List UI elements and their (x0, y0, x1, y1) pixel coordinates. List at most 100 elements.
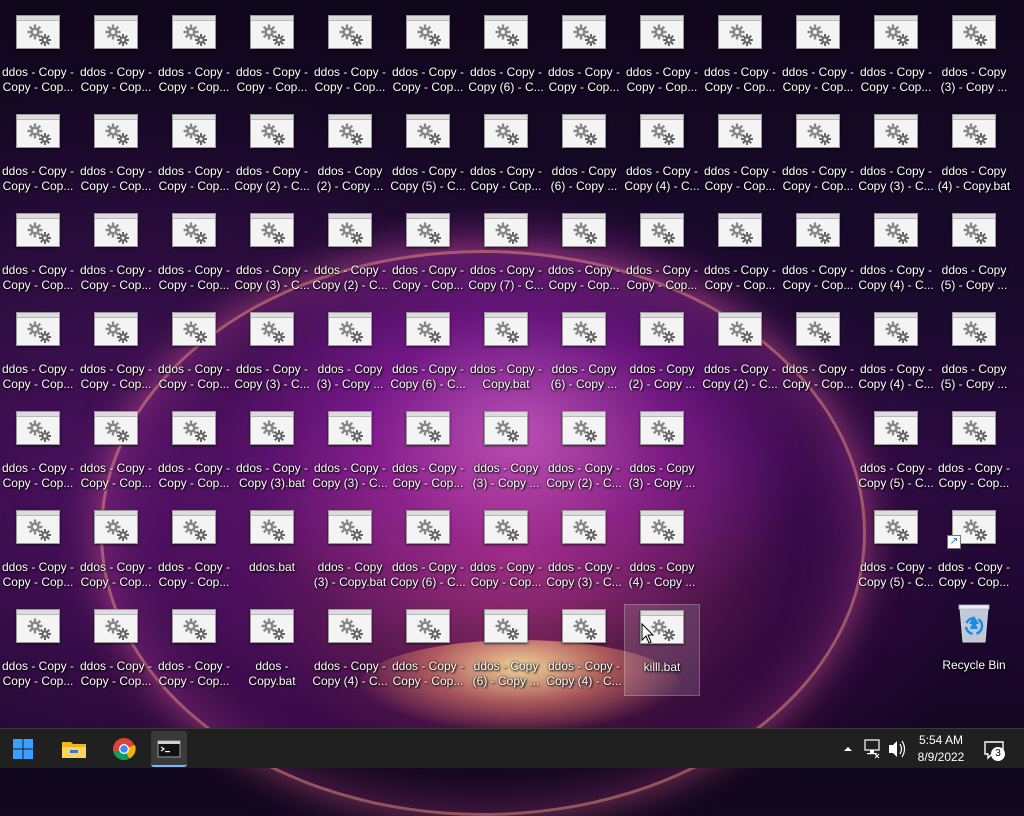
desktop-file-icon[interactable]: ddos - Copy - Copy (4) - C... (624, 109, 700, 201)
desktop-file-icon[interactable]: ddos - Copy - Copy - Cop... (780, 109, 856, 201)
desktop-file-icon[interactable]: ddos - Copy - Copy - Cop... (78, 10, 154, 102)
desktop-file-icon[interactable]: killl.bat (624, 604, 700, 696)
desktop-file-icon[interactable]: ddos - Copy - Copy - Cop... (156, 604, 232, 696)
desktop-file-icon[interactable]: ddos - Copy - Copy - Cop... (468, 109, 544, 201)
desktop-file-icon[interactable]: ddos - Copy - Copy.bat (468, 307, 544, 399)
taskbar-command-prompt[interactable] (151, 731, 187, 767)
desktop-file-icon[interactable]: ddos - Copy - Copy - Cop... (312, 10, 388, 102)
desktop-file-icon[interactable]: ddos - Copy - Copy - Cop... (156, 10, 232, 102)
desktop-file-icon[interactable]: ddos - Copy - Copy - Cop... (390, 406, 466, 498)
desktop-file-icon[interactable]: ddos - Copy - Copy - Cop... (0, 10, 76, 102)
desktop-file-icon[interactable]: ddos - Copy (3) - Copy.bat (312, 505, 388, 597)
desktop-file-icon[interactable]: ddos - Copy - Copy - Cop... (78, 109, 154, 201)
network-status[interactable] (861, 729, 883, 769)
desktop-file-icon[interactable]: ddos - Copy - Copy - Cop... (390, 208, 466, 300)
desktop-file-icon[interactable]: ddos - Copy - Copy (6) - C... (390, 505, 466, 597)
desktop-file-icon[interactable]: ddos - Copy - Copy - Cop... (702, 208, 778, 300)
desktop-file-icon[interactable]: ddos - Copy - Copy (6) - C... (468, 10, 544, 102)
desktop-file-icon[interactable]: ddos - Copy (4) - Copy.bat (936, 109, 1012, 201)
desktop-file-icon[interactable]: ddos - Copy (3) - Copy ... (624, 406, 700, 498)
desktop-file-icon[interactable]: ddos - Copy.bat (234, 604, 310, 696)
desktop-file-icon[interactable]: ddos - Copy - Copy - Cop... (78, 604, 154, 696)
desktop-file-icon[interactable]: ddos - Copy - Copy - Cop... (546, 10, 622, 102)
desktop-file-icon[interactable]: ddos - Copy - Copy - Cop... (78, 307, 154, 399)
desktop-file-label: killl.bat (643, 660, 681, 674)
desktop-file-icon[interactable]: ddos - Copy - Copy - Cop... (546, 208, 622, 300)
desktop-file-icon[interactable]: ddos - Copy - Copy (3).bat (234, 406, 310, 498)
desktop-file-icon[interactable]: ddos - Copy (2) - Copy ... (624, 307, 700, 399)
taskbar-chrome[interactable] (106, 731, 142, 767)
batch-file-icon (796, 114, 840, 148)
tray-overflow-button[interactable] (840, 729, 856, 769)
desktop-file-icon[interactable]: ddos - Copy - Copy - Cop... (702, 109, 778, 201)
desktop-file-icon[interactable]: ddos - Copy - Copy - Cop... (156, 307, 232, 399)
desktop-file-icon[interactable]: ddos - Copy - Copy (6) - C... (390, 307, 466, 399)
desktop-file-icon[interactable]: ddos - Copy - Copy (3) - C... (234, 208, 310, 300)
desktop-file-icon[interactable]: ddos - Copy (2) - Copy ... (312, 109, 388, 201)
desktop-file-icon[interactable]: ddos - Copy - Copy - Cop... (624, 208, 700, 300)
desktop-file-icon[interactable]: ddos - Copy - Copy (2) - C... (702, 307, 778, 399)
desktop-file-icon[interactable]: ddos - Copy (3) - Copy ... (312, 307, 388, 399)
desktop-file-icon[interactable]: ddos - Copy - Copy (3) - C... (312, 406, 388, 498)
desktop-file-icon[interactable]: ddos - Copy (6) - Copy ... (546, 307, 622, 399)
desktop-file-icon[interactable]: ddos - Copy - Copy - Cop... (390, 604, 466, 696)
desktop-file-icon[interactable]: ddos - Copy - Copy - Cop... (0, 505, 76, 597)
desktop-file-icon[interactable]: ddos - Copy - Copy - Cop... (78, 505, 154, 597)
batch-file-icon (796, 312, 840, 346)
desktop-file-icon[interactable]: ddos - Copy - Copy - Cop... (0, 307, 76, 399)
desktop-file-icon[interactable]: ddos - Copy (5) - Copy ... (936, 208, 1012, 300)
notification-badge: 3 (991, 747, 1005, 761)
desktop-file-icon[interactable]: ddos - Copy - Copy - Cop... (468, 505, 544, 597)
desktop-file-icon[interactable]: ddos - Copy (3) - Copy ... (936, 10, 1012, 102)
desktop-file-icon[interactable]: ddos - Copy - Copy (2) - C... (312, 208, 388, 300)
batch-file-icon (406, 609, 450, 643)
desktop-file-icon[interactable]: ddos - Copy - Copy - Cop... (156, 109, 232, 201)
desktop-file-icon[interactable]: ddos - Copy - Copy (5) - C... (858, 505, 934, 597)
volume-control[interactable] (886, 729, 908, 769)
desktop-file-icon[interactable]: ddos - Copy - Copy - Cop... (936, 406, 1012, 498)
desktop-file-icon[interactable]: ddos - Copy - Copy (4) - C... (858, 208, 934, 300)
desktop-file-icon[interactable]: ddos - Copy - Copy - Cop... (156, 505, 232, 597)
start-button[interactable] (5, 731, 41, 767)
desktop-file-icon[interactable]: ddos - Copy - Copy (4) - C... (546, 604, 622, 696)
desktop-file-icon[interactable]: ddos - Copy - Copy - Cop... (0, 109, 76, 201)
desktop-file-icon[interactable]: ddos - Copy - Copy - Cop... (156, 208, 232, 300)
desktop-file-label: ddos - Copy - Copy - Cop... (1, 560, 75, 589)
desktop-file-icon[interactable]: ddos - Copy - Copy (3) - C... (234, 307, 310, 399)
desktop-file-icon[interactable]: ddos - Copy - Copy - Cop... (0, 604, 76, 696)
desktop-file-icon[interactable]: ddos - Copy - Copy - Cop... (858, 10, 934, 102)
desktop-file-icon[interactable]: ddos - Copy (3) - Copy ... (468, 406, 544, 498)
desktop-file-icon[interactable]: ddos - Copy - Copy - Cop... (780, 307, 856, 399)
desktop-file-icon[interactable]: ddos - Copy - Copy - Cop... (78, 406, 154, 498)
desktop-file-icon[interactable]: ddos - Copy (4) - Copy ... (624, 505, 700, 597)
desktop-file-label: ddos - Copy - Copy - Cop... (625, 263, 699, 292)
desktop-file-icon[interactable]: ddos - Copy - Copy (3) - C... (858, 109, 934, 201)
desktop-file-icon[interactable]: ddos - Copy - Copy - Cop... (234, 10, 310, 102)
desktop-file-icon[interactable]: ddos - Copy - Copy (2) - C... (546, 406, 622, 498)
desktop-file-icon[interactable]: ddos - Copy - Copy - Cop... (78, 208, 154, 300)
desktop-file-icon[interactable]: ddos - Copy - Copy (5) - C... (858, 406, 934, 498)
batch-file-icon (484, 312, 528, 346)
desktop-file-icon[interactable]: ddos - Copy - Copy - Cop... (156, 406, 232, 498)
desktop-file-icon[interactable]: ddos - Copy (5) - Copy ... (936, 307, 1012, 399)
desktop-file-icon[interactable]: ddos - Copy - Copy (3) - C... (546, 505, 622, 597)
desktop-file-icon[interactable]: ddos - Copy - Copy - Cop... (390, 10, 466, 102)
desktop-file-icon[interactable]: ddos - Copy - Copy (7) - C... (468, 208, 544, 300)
batch-file-icon (952, 213, 996, 247)
desktop-file-icon[interactable]: ddos - Copy - Copy - Cop... (702, 10, 778, 102)
desktop-file-icon[interactable]: ddos - Copy - Copy - Cop... (780, 208, 856, 300)
desktop-file-icon[interactable]: ↗ ddos - Copy - Copy - Cop... (936, 505, 1012, 597)
desktop-file-icon[interactable]: ddos.bat (234, 505, 310, 597)
desktop-file-icon[interactable]: ddos - Copy - Copy - Cop... (780, 10, 856, 102)
desktop-file-icon[interactable]: ddos - Copy - Copy (4) - C... (312, 604, 388, 696)
desktop-file-icon[interactable]: ddos - Copy - Copy (4) - C... (858, 307, 934, 399)
desktop-file-icon[interactable]: ddos - Copy - Copy - Cop... (0, 208, 76, 300)
desktop-file-icon[interactable]: ddos - Copy - Copy - Cop... (624, 10, 700, 102)
recycle-bin[interactable]: Recycle Bin (936, 598, 1012, 690)
desktop-file-icon[interactable]: ddos - Copy - Copy - Cop... (0, 406, 76, 498)
desktop-file-icon[interactable]: ddos - Copy (6) - Copy ... (546, 109, 622, 201)
desktop-file-icon[interactable]: ddos - Copy (6) - Copy ... (468, 604, 544, 696)
taskbar-file-explorer[interactable] (56, 731, 92, 767)
desktop-file-icon[interactable]: ddos - Copy - Copy (5) - C... (390, 109, 466, 201)
desktop-file-icon[interactable]: ddos - Copy - Copy (2) - C... (234, 109, 310, 201)
